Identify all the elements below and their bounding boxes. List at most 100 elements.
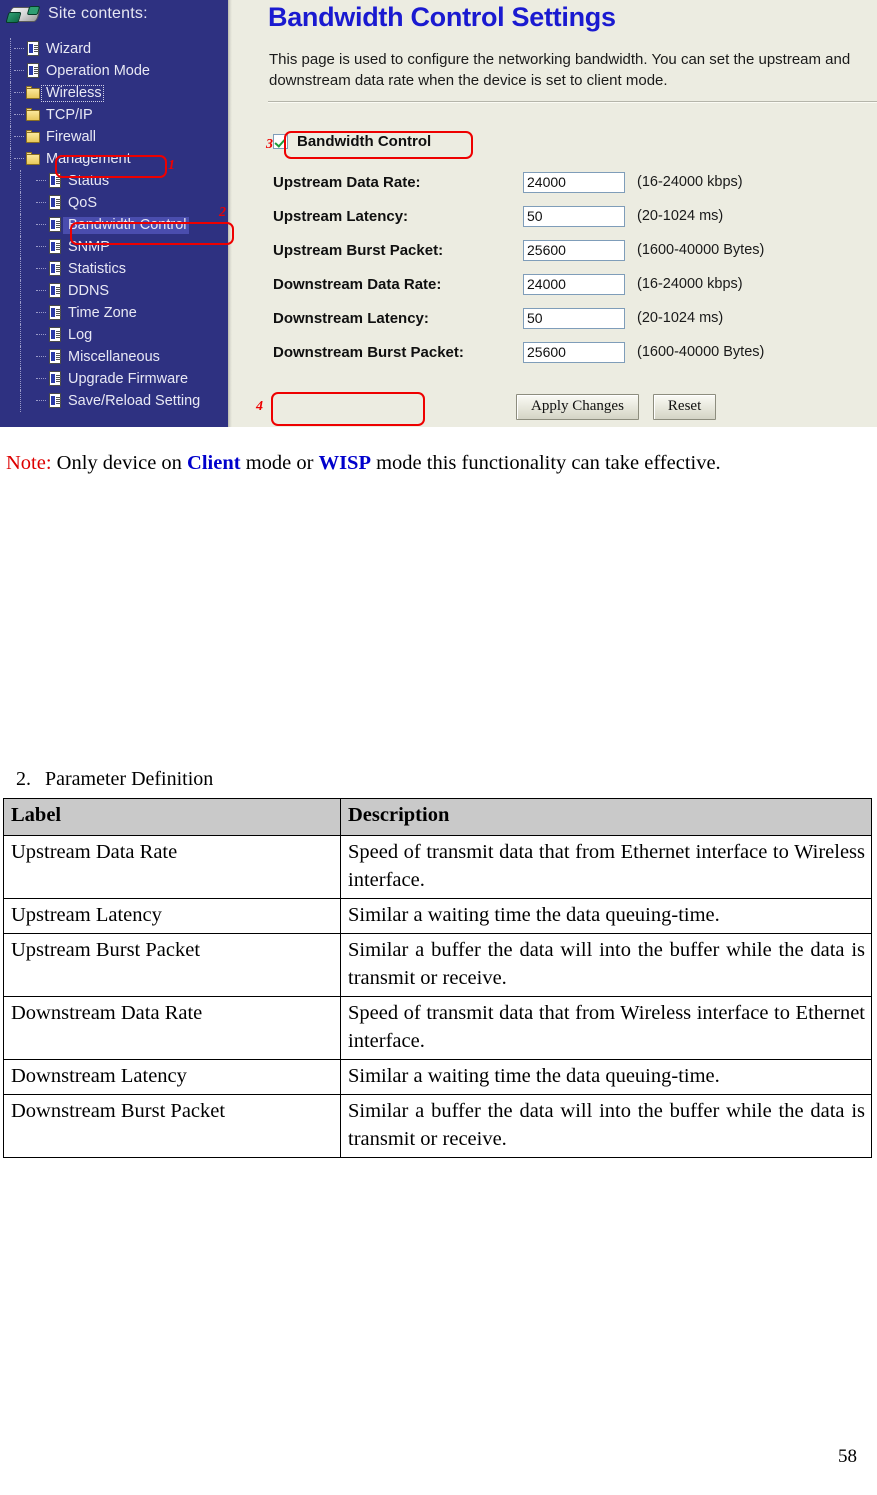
tree-guide-dash [36,180,46,182]
sidebar-item-label: Status [68,172,110,189]
sidebar-item-miscellaneous[interactable]: Miscellaneous [0,346,228,368]
tree-guide-dash [36,290,46,292]
reset-button[interactable]: Reset [652,394,717,420]
folder-icon [25,85,41,101]
page-icon [25,41,41,57]
table-row: Upstream Latency Similar a waiting time t… [3,898,872,934]
page-title: Bandwidth Control Settings [268,2,616,32]
sidebar-item-firewall[interactable]: Firewall [0,126,228,148]
bandwidth-control-enable-row[interactable]: Bandwidth Control [273,133,431,150]
form-row-downstream-data-rate: Downstream Data Rate: (16-24000 kbps) [273,267,877,301]
heading-number: 2. [16,768,31,790]
sidebar-item-tcp-ip[interactable]: TCP/IP [0,104,228,126]
page-icon [47,327,63,343]
page-icon [47,371,63,387]
annotation-number-1: 1 [168,158,175,173]
upstream-burst-packet-input[interactable] [523,239,625,261]
table-row: Upstream Burst Packet Similar a buffer th… [3,933,872,997]
apply-changes-button[interactable]: Apply Changes [516,394,639,420]
param-description-cell: Speed of transmit data that from Wireles… [340,996,872,1060]
sidebar-item-label: QoS [68,194,98,211]
note-text-2: mode or [240,451,319,474]
form-row-upstream-burst-packet: Upstream Burst Packet: (1600-40000 Bytes) [273,233,877,267]
sidebar-item-snmp[interactable]: SNMP [0,236,228,258]
sidebar-item-operation-mode[interactable]: Operation Mode [0,60,228,82]
downstream-burst-packet-range-hint: (1600-40000 Bytes) [637,344,765,360]
tree-guide-line [20,280,21,302]
tree-guide-line [10,82,11,104]
column-header-label: Label [3,798,341,836]
downstream-latency-range-hint: (20-1024 ms) [637,310,724,326]
sidebar-item-save-reload-setting[interactable]: Save/Reload Setting [0,390,228,412]
upstream-latency-input[interactable] [523,205,625,227]
tree-guide-dash [14,92,24,94]
bandwidth-control-checkbox[interactable] [273,134,288,149]
parameter-definition-heading: 2. Parameter Definition [16,768,213,791]
page-icon [25,63,41,79]
downstream-data-rate-input[interactable] [523,273,625,295]
page-icon [47,217,63,233]
site-contents-tree: Wizard Operation Mode Wireless TCP/IP Firewa… [0,38,228,412]
form-buttons: Apply Changes Reset [516,394,717,420]
tree-guide-line [20,390,21,412]
downstream-burst-packet-input[interactable] [523,341,625,363]
page-icon [47,195,63,211]
sidebar-item-log[interactable]: Log [0,324,228,346]
tree-guide-line [10,38,11,60]
sidebar-item-status[interactable]: Status [0,170,228,192]
sidebar-item-label: Bandwidth Control [63,216,189,234]
sidebar-item-management[interactable]: Management [0,148,228,170]
tree-guide-line [10,60,11,82]
table-row: Upstream Data Rate Speed of transmit data… [3,835,872,899]
downstream-latency-label: Downstream Latency: [273,309,429,327]
sidebar-item-upgrade-firmware[interactable]: Upgrade Firmware [0,368,228,390]
tree-guide-line [10,148,11,170]
heading-text: Parameter Definition [45,768,214,790]
sidebar-item-label: SNMP [68,238,110,255]
bandwidth-settings-form: Upstream Data Rate:(16-24000 kbps)Upstre… [273,165,877,369]
sidebar-item-time-zone[interactable]: Time Zone [0,302,228,324]
sidebar-item-ddns[interactable]: DDNS [0,280,228,302]
upstream-burst-packet-range-hint: (1600-40000 Bytes) [637,242,765,258]
tree-guide-line [20,302,21,324]
page-number: 58 [838,1446,857,1467]
sidebar-item-bandwidth-control[interactable]: Bandwidth Control [0,214,228,236]
sidebar-item-label: Miscellaneous [68,348,160,365]
downstream-latency-input[interactable] [523,307,625,329]
sidebar-item-wireless[interactable]: Wireless [0,82,228,104]
page-icon [47,305,63,321]
page-icon [47,173,63,189]
tree-guide-line [20,346,21,368]
tree-guide-line [20,258,21,280]
folder-icon [25,151,41,167]
tree-guide-dash [14,136,24,138]
sidebar-item-label: Upgrade Firmware [68,370,189,387]
upstream-data-rate-input[interactable] [523,171,625,193]
param-label-cell: Upstream Latency [3,898,341,934]
tree-guide-dash [36,224,46,226]
tree-guide-dash [14,158,24,160]
site-contents-header: Site contents: [5,4,148,24]
tree-guide-dash [14,114,24,116]
folder-icon [25,107,41,123]
table-row: Downstream Latency Similar a waiting time… [3,1059,872,1095]
param-description-cell: Similar a waiting time the data queuing-… [340,898,872,934]
tree-guide-line [10,104,11,126]
sidebar-item-qos[interactable]: QoS [0,192,228,214]
param-description-cell: Similar a buffer the data will into the … [340,1094,872,1158]
form-row-downstream-burst-packet: Downstream Burst Packet: (1600-40000 Byte… [273,335,877,369]
tree-guide-dash [36,312,46,314]
sidebar-item-wizard[interactable]: Wizard [0,38,228,60]
page-icon [47,393,63,409]
horizontal-rule [268,101,877,103]
sidebar-item-statistics[interactable]: Statistics [0,258,228,280]
form-row-downstream-latency: Downstream Latency: (20-1024 ms) [273,301,877,335]
page-icon [47,349,63,365]
downstream-data-rate-label: Downstream Data Rate: [273,275,442,293]
tree-guide-line [10,126,11,148]
note-text-3: mode this functionality can take effecti… [370,451,721,474]
table-row: Downstream Burst Packet Similar a buffer … [3,1094,872,1158]
param-description-cell: Similar a buffer the data will into the … [340,933,872,997]
tree-guide-dash [36,246,46,248]
site-contents-label: Site contents: [48,5,148,22]
